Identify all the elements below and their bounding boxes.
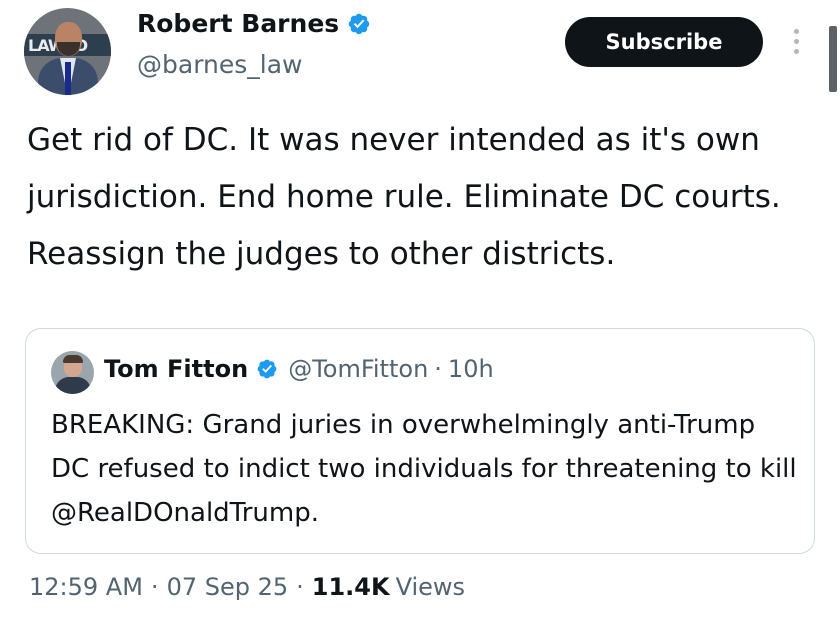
quote-timestamp[interactable]: 10h — [448, 355, 494, 383]
quote-author-avatar[interactable] — [51, 351, 94, 394]
more-dot — [793, 49, 799, 54]
quote-text: BREAKING: Grand juries in overwhelmingly… — [51, 410, 797, 528]
verified-badge-icon[interactable] — [347, 12, 371, 36]
avatar-tie — [65, 62, 71, 95]
subscribe-button[interactable]: Subscribe — [565, 17, 763, 67]
views-label: Views — [395, 573, 466, 601]
quote-separator: · — [434, 355, 442, 383]
author-name-row: Robert Barnes — [137, 9, 371, 38]
quote-author-name[interactable]: Tom Fitton — [104, 355, 248, 383]
meta-separator: · — [150, 573, 159, 601]
more-vertical-icon[interactable] — [786, 25, 806, 65]
scrollbar[interactable] — [829, 26, 837, 92]
views-count[interactable]: 11.4K — [312, 573, 390, 601]
tweet-text: Get rid of DC. It was never intended as … — [27, 122, 781, 272]
meta-separator: · — [296, 573, 304, 601]
tweet-date[interactable]: 07 Sep 25 — [167, 573, 289, 601]
author-avatar[interactable]: LAWYO — [24, 8, 111, 95]
verified-badge-icon[interactable] — [256, 358, 278, 380]
quote-header: Tom Fitton @TomFitton · 10h — [104, 355, 494, 383]
quote-author-handle[interactable]: @TomFitton — [288, 355, 428, 383]
more-dot — [793, 39, 799, 44]
quote-avatar-hair — [63, 355, 83, 363]
tweet-time[interactable]: 12:59 AM — [29, 573, 143, 601]
author-handle[interactable]: @barnes_law — [137, 50, 303, 79]
more-dot — [793, 29, 799, 34]
tweet-meta: 12:59 AM · 07 Sep 25 · 11.4K Views — [29, 573, 465, 601]
author-name[interactable]: Robert Barnes — [137, 9, 339, 38]
quote-avatar-body — [55, 377, 91, 394]
quoted-tweet[interactable]: Tom Fitton @TomFitton · 10h BREAKING: Gr… — [25, 328, 815, 554]
